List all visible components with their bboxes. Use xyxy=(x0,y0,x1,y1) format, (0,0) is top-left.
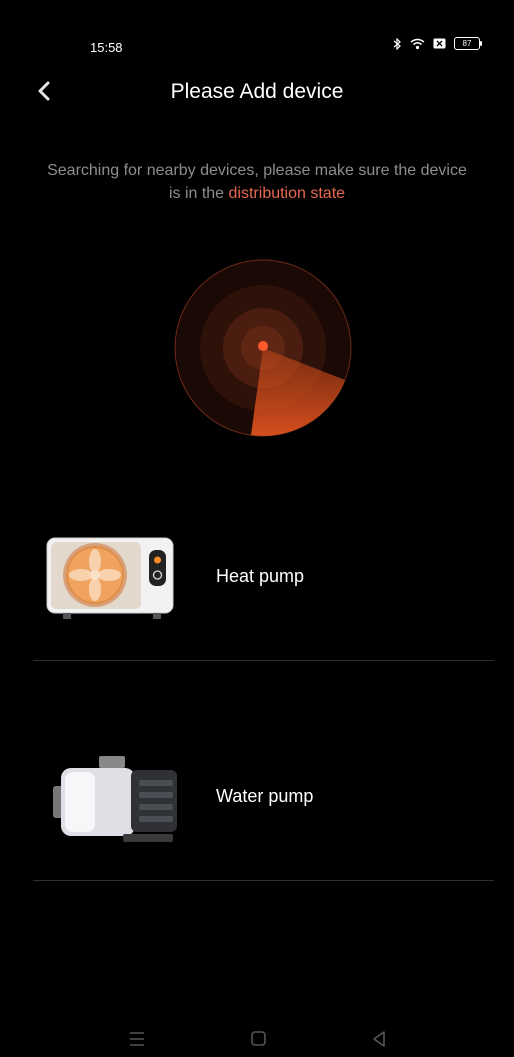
device-item-heat-pump[interactable]: Heat pump xyxy=(33,508,493,648)
device-item-water-pump[interactable]: Water pump xyxy=(33,728,493,868)
system-nav-bar xyxy=(6,1024,508,1051)
device-name-water-pump: Water pump xyxy=(216,786,314,806)
radar-center-dot xyxy=(258,341,268,351)
page-title: Please Add device xyxy=(170,80,344,103)
battery-icon: 87 xyxy=(454,37,482,50)
status-time: 15:58 xyxy=(90,40,123,55)
search-hint-line1: Searching for nearby devices, please mak… xyxy=(47,162,467,179)
menu-icon xyxy=(130,1032,144,1046)
radar-scanner xyxy=(173,258,353,438)
heat-pump-icon xyxy=(46,537,174,619)
sim-icon xyxy=(433,38,446,49)
back-triangle-icon xyxy=(373,1031,385,1047)
status-icons: 87 xyxy=(393,37,482,50)
bluetooth-icon xyxy=(393,37,402,50)
home-button[interactable] xyxy=(243,1024,273,1051)
menu-button[interactable] xyxy=(122,1024,152,1051)
system-back-button[interactable] xyxy=(364,1024,394,1051)
search-hint-line2: is in the distribution state xyxy=(6,182,508,205)
wifi-icon xyxy=(410,38,425,50)
search-hint: Searching for nearby devices, please mak… xyxy=(6,159,508,205)
divider xyxy=(33,880,494,881)
divider xyxy=(33,660,494,661)
home-icon xyxy=(251,1031,266,1046)
device-name-heat-pump: Heat pump xyxy=(216,566,305,586)
distribution-state-link: distribution state xyxy=(228,185,346,202)
app-screen: 15:58 87 Please Add device Searching for… xyxy=(6,6,508,1051)
search-hint-prefix: is in the xyxy=(168,185,225,202)
water-pump-icon xyxy=(53,756,177,842)
